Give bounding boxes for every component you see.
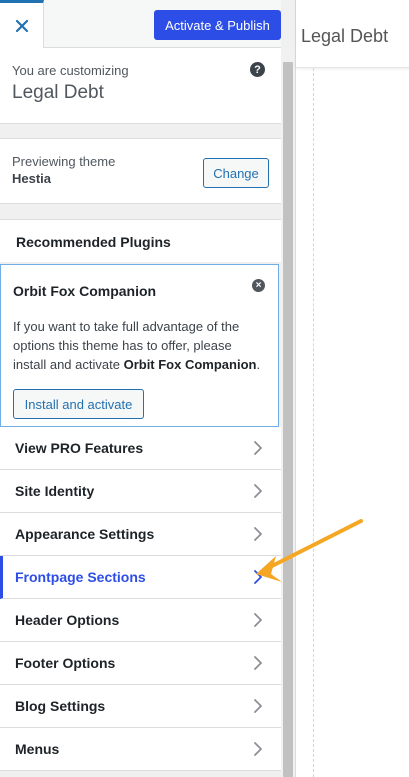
menu-item-label: Site Identity — [15, 483, 95, 499]
plugin-description: If you want to take full advantage of th… — [13, 317, 266, 374]
chevron-right-icon — [249, 697, 267, 715]
customizing-label: You are customizing — [12, 63, 129, 78]
menu-item-label: View PRO Features — [15, 440, 144, 456]
menu-item-label: Blog Settings — [15, 698, 106, 714]
chevron-right-icon — [249, 740, 267, 758]
menu-item-label: Menus — [15, 741, 60, 757]
dismiss-icon[interactable]: × — [252, 279, 265, 292]
chevron-right-icon — [249, 611, 267, 629]
preview-site-title[interactable]: Legal Debt — [301, 26, 388, 47]
chevron-right-icon — [249, 525, 267, 543]
preview-header: Legal Debt — [296, 0, 409, 68]
preview-divider — [313, 68, 314, 777]
plugin-desc-end: . — [256, 357, 261, 372]
menu-item-appearance-settings[interactable]: Appearance Settings — [0, 513, 281, 556]
site-name: Legal Debt — [12, 82, 104, 103]
theme-info: Previewing theme Hestia Change — [0, 138, 281, 204]
recommended-plugins-heading[interactable]: Recommended Plugins — [0, 219, 281, 262]
menu-item-header-options[interactable]: Header Options — [0, 599, 281, 642]
menu-item-view-pro-features[interactable]: View PRO Features — [0, 427, 281, 470]
plugin-title: Orbit Fox Companion — [13, 283, 157, 299]
customizer-menu: View PRO Features Site Identity Appearance… — [0, 427, 281, 771]
close-button[interactable] — [0, 0, 44, 48]
menu-item-frontpage-sections[interactable]: Frontpage Sections — [0, 556, 281, 599]
chevron-right-icon — [249, 568, 267, 586]
menu-item-label: Footer Options — [15, 655, 116, 671]
plugin-desc-name: Orbit Fox Companion — [123, 357, 257, 372]
menu-item-site-identity[interactable]: Site Identity — [0, 470, 281, 513]
customizing-info: You are customizing Legal Debt ? — [0, 48, 281, 124]
menu-item-label: Appearance Settings — [15, 526, 155, 542]
menu-item-menus[interactable]: Menus — [0, 728, 281, 771]
chevron-right-icon — [249, 482, 267, 500]
site-preview: Legal Debt — [296, 0, 409, 777]
menu-item-label: Frontpage Sections — [15, 569, 146, 585]
scrollbar-thumb[interactable] — [283, 62, 293, 777]
change-theme-button[interactable]: Change — [203, 158, 269, 188]
customizer-sidebar: Activate & Publish You are customizing L… — [0, 0, 296, 777]
plugin-notice: Orbit Fox Companion × If you want to tak… — [0, 264, 279, 427]
chevron-right-icon — [249, 654, 267, 672]
activate-publish-button[interactable]: Activate & Publish — [154, 10, 281, 40]
help-icon[interactable]: ? — [250, 62, 265, 77]
customizer-header: Activate & Publish — [0, 0, 281, 48]
menu-item-label: Header Options — [15, 612, 120, 628]
chevron-right-icon — [249, 439, 267, 457]
close-icon — [15, 19, 28, 32]
install-activate-button[interactable]: Install and activate — [13, 389, 144, 419]
sidebar-scrollbar[interactable] — [281, 48, 295, 777]
menu-item-footer-options[interactable]: Footer Options — [0, 642, 281, 685]
menu-item-blog-settings[interactable]: Blog Settings — [0, 685, 281, 728]
